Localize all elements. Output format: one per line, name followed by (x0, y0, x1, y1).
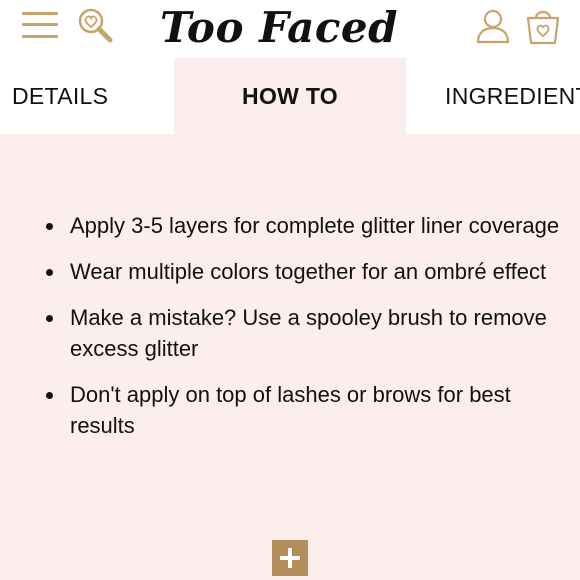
tab-how-to[interactable]: HOW TO (174, 58, 406, 134)
product-tabs: DETAILS HOW TO INGREDIENTS (0, 58, 580, 134)
list-item: Wear multiple colors together for an omb… (40, 256, 560, 287)
list-item-text: Apply 3-5 layers for complete glitter li… (70, 213, 560, 238)
bullet-icon (46, 392, 53, 399)
tab-details[interactable]: DETAILS (0, 58, 120, 134)
list-item-text: Make a mistake? Use a spooley brush to r… (70, 305, 547, 361)
bullet-icon (46, 223, 53, 230)
how-to-panel: Apply 3-5 layers for complete glitter li… (0, 134, 580, 580)
list-item-text: Don't apply on top of lashes or brows fo… (70, 382, 511, 438)
list-item: Don't apply on top of lashes or brows fo… (40, 379, 560, 441)
expand-plus-button[interactable] (272, 540, 308, 576)
tab-ingredients[interactable]: INGREDIENTS (445, 58, 580, 134)
brand-logo[interactable]: Too Faced (160, 0, 432, 56)
search-icon[interactable] (76, 7, 114, 45)
bullet-icon (46, 315, 53, 322)
list-item: Apply 3-5 layers for complete glitter li… (40, 210, 560, 241)
list-item-text: Wear multiple colors together for an omb… (70, 259, 547, 284)
account-icon[interactable] (474, 7, 512, 45)
how-to-list: Apply 3-5 layers for complete glitter li… (40, 210, 560, 456)
plus-icon-stroke (288, 548, 292, 568)
hamburger-menu-icon[interactable] (22, 11, 58, 39)
list-item: Make a mistake? Use a spooley brush to r… (40, 302, 560, 364)
site-header: Too Faced (0, 0, 580, 58)
bullet-icon (46, 269, 53, 276)
shopping-bag-icon[interactable] (524, 6, 562, 46)
